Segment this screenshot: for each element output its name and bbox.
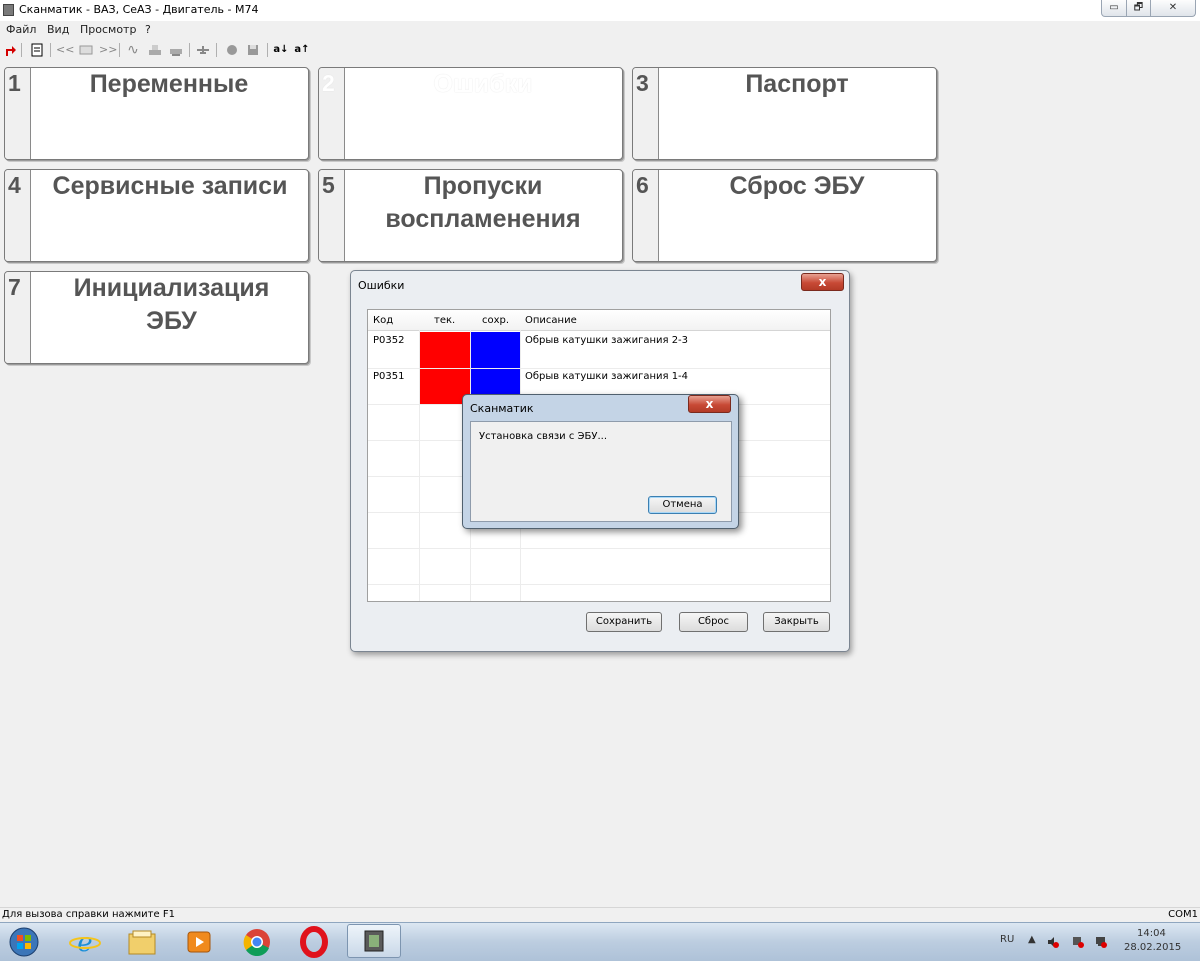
menu-bar: Файл Вид Просмотр ? — [0, 21, 1200, 39]
tile-errors: 2 Ошибки — [318, 67, 623, 160]
tile-passport[interactable]: 3 Паспорт — [632, 67, 937, 160]
opera-icon[interactable] — [293, 926, 335, 958]
title-bar: Сканматик - ВАЗ, СеАЗ - Двигатель - М74 … — [0, 0, 1200, 22]
tile-variables[interactable]: 1 Переменные — [4, 67, 309, 160]
menu-view[interactable]: Вид — [47, 23, 69, 36]
show-hidden-icons-icon[interactable]: ▲ — [1028, 934, 1036, 945]
connection-dialog: Сканматик x Установка связи с ЭБУ... Отм… — [462, 394, 739, 529]
column-header-code[interactable]: Код — [373, 315, 393, 326]
cancel-button[interactable]: Отмена — [648, 496, 717, 514]
port-indicator: COM1 — [1168, 909, 1198, 920]
toolbar-separator — [21, 43, 22, 57]
network-icon[interactable] — [1094, 935, 1108, 949]
toolbar: << >> ∿ a↓ a↑ — [0, 40, 1200, 62]
chrome-icon[interactable] — [236, 926, 278, 958]
tile-number: 2 — [322, 70, 335, 96]
menu-preview[interactable]: Просмотр — [80, 23, 136, 36]
column-header-description[interactable]: Описание — [525, 315, 577, 326]
tile-number: 6 — [636, 172, 649, 198]
file-explorer-icon[interactable] — [121, 926, 163, 958]
tile-ecu-init[interactable]: 7 Инициализация ЭБУ — [4, 271, 309, 364]
tile-misfires[interactable]: 5 Пропуски воспламенения — [318, 169, 623, 262]
clock-time[interactable]: 14:04 — [1137, 928, 1166, 939]
minimize-button[interactable]: ▭ — [1101, 0, 1127, 17]
saved-status-cell — [471, 332, 520, 368]
help-hint: Для вызова справки нажмите F1 — [2, 909, 175, 920]
close-dialog-button[interactable]: x — [688, 395, 731, 413]
tile-label: Инициализация ЭБУ — [73, 274, 270, 335]
print-icon[interactable] — [147, 42, 163, 58]
scanmatik-app-icon — [3, 4, 14, 16]
current-status-cell — [420, 332, 470, 368]
dialog-title: Сканматик — [470, 402, 534, 415]
save-button[interactable]: Сохранить — [586, 612, 662, 632]
column-header-current[interactable]: тек. — [434, 315, 455, 326]
tile-number: 7 — [8, 274, 21, 300]
tile-service-records[interactable]: 4 Сервисные записи — [4, 169, 309, 262]
error-code: P0352 — [373, 335, 405, 346]
grid-line — [368, 584, 830, 585]
tile-number: 3 — [636, 70, 649, 96]
printer-icon[interactable] — [168, 42, 184, 58]
media-player-icon[interactable] — [178, 926, 220, 958]
tile-label: Сервисные записи — [52, 172, 288, 200]
menu-help[interactable]: ? — [145, 23, 151, 36]
report-icon[interactable] — [29, 42, 45, 58]
toolbar-separator — [50, 43, 51, 57]
tile-label: Переменные — [89, 70, 249, 98]
wave-icon[interactable]: ∿ — [125, 42, 141, 58]
language-indicator[interactable]: RU — [1000, 934, 1014, 945]
font-up-icon[interactable]: a↑ — [294, 42, 310, 58]
error-code: P0351 — [373, 371, 405, 382]
font-down-icon[interactable]: a↓ — [273, 42, 289, 58]
save-icon[interactable] — [245, 42, 261, 58]
action-center-icon[interactable] — [1071, 935, 1085, 949]
volume-muted-icon[interactable] — [1046, 935, 1060, 949]
dialog-title: Ошибки — [358, 279, 405, 292]
grid-line — [368, 548, 830, 549]
tile-label: Ошибки — [433, 70, 533, 98]
tile-label: Паспорт — [745, 70, 849, 98]
close-button[interactable]: Закрыть — [763, 612, 830, 632]
table-header: Код тек. сохр. Описание — [368, 310, 830, 331]
svg-text:e: e — [77, 928, 92, 958]
toolbar-separator — [216, 43, 217, 57]
window-title: Сканматик - ВАЗ, СеАЗ - Двигатель - М74 — [19, 3, 259, 16]
reset-button[interactable]: Сброс — [679, 612, 748, 632]
plane-icon[interactable] — [195, 42, 211, 58]
tile-number: 4 — [8, 172, 21, 198]
list-icon[interactable] — [78, 42, 94, 58]
error-description: Обрыв катушки зажигания 1-4 — [525, 371, 689, 382]
tile-number: 1 — [8, 70, 21, 96]
column-header-saved[interactable]: сохр. — [482, 315, 509, 326]
toolbar-separator — [267, 43, 268, 57]
clock-date[interactable]: 28.02.2015 — [1124, 942, 1181, 953]
status-bar: Для вызова справки нажмите F1 COM1 — [0, 907, 1200, 923]
exit-arrow-icon[interactable] — [2, 42, 18, 58]
windows-start-icon[interactable] — [3, 926, 45, 958]
close-window-button[interactable]: ✕ — [1150, 0, 1196, 17]
tile-label: Пропуски воспламенения — [385, 172, 581, 233]
record-icon[interactable] — [224, 42, 240, 58]
menu-file[interactable]: Файл — [6, 23, 36, 36]
error-description: Обрыв катушки зажигания 2-3 — [525, 335, 689, 346]
forward-icon[interactable]: >> — [99, 42, 117, 58]
scanmatik-icon[interactable] — [347, 924, 401, 958]
toolbar-separator — [189, 43, 190, 57]
toolbar-separator — [119, 43, 120, 57]
restore-button[interactable]: 🗗 — [1126, 0, 1151, 17]
internet-explorer-icon[interactable]: e — [64, 926, 106, 958]
dialog-body: Установка связи с ЭБУ... Отмена — [470, 421, 732, 522]
connection-message: Установка связи с ЭБУ... — [479, 431, 607, 442]
rewind-icon[interactable]: << — [56, 42, 74, 58]
taskbar: e RU ▲ 14:04 28.02.2015 — [0, 922, 1200, 961]
tile-ecu-reset[interactable]: 6 Сброс ЭБУ — [632, 169, 937, 262]
tile-label: Сброс ЭБУ — [729, 172, 865, 200]
tile-number: 5 — [322, 172, 335, 198]
close-dialog-button[interactable]: x — [801, 273, 844, 291]
